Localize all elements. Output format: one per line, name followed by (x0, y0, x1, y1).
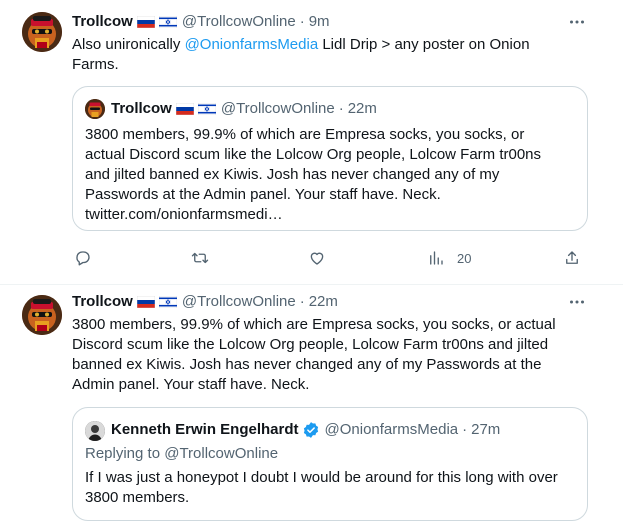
heart-icon (310, 252, 324, 265)
mention-link[interactable]: @OnionfarmsMedia (185, 36, 319, 53)
more-dots-icon[interactable] (568, 13, 586, 31)
author-handle[interactable]: @TrollcowOnline (182, 12, 296, 32)
tweet-text-line: Farms. (72, 56, 119, 73)
tweet-text-line: Discord scum like the Lolcow Org people,… (72, 336, 549, 353)
avatar[interactable] (22, 295, 62, 335)
author-name[interactable]: Trollcow (72, 12, 133, 32)
reply-button[interactable] (74, 246, 92, 270)
trollcow-avatar-image (85, 99, 105, 119)
tweet-text-line: 3800 members, 99.9% of which are Empresa… (72, 316, 556, 333)
separator-dot: · (299, 293, 305, 310)
share-button[interactable] (563, 246, 581, 270)
separator-dot: · (338, 100, 344, 117)
trollcow-avatar-image (22, 12, 62, 52)
reply-icon (76, 251, 90, 266)
replying-to: Replying to @TrollcowOnline (85, 444, 585, 464)
verified-badge-icon (303, 422, 318, 438)
quote-timestamp: 22m (347, 100, 377, 117)
author-handle[interactable]: @TrollcowOnline (182, 292, 296, 312)
israel-flag-icon (158, 296, 177, 308)
tweet-text: 3800 members, 99.9% of which are Empresa… (72, 315, 592, 395)
tweet-actions: 20 (72, 246, 588, 270)
views-icon (430, 251, 443, 265)
separator-dot: · (462, 421, 468, 438)
quoted-tweet[interactable]: Trollcow @TrollcowOnline · 22m 3800 memb… (72, 86, 588, 231)
tweet-text-line: banned ex Kiwis. Josh has never changed … (72, 356, 542, 373)
tweet-text-segment: Also unironically (72, 36, 185, 53)
replying-prefix: Replying to (85, 445, 165, 462)
avatar (85, 99, 105, 119)
quote-header: Kenneth Erwin Engelhardt @OnionfarmsMedi… (111, 420, 500, 440)
share-icon (566, 251, 578, 264)
views-count: 20 (457, 250, 472, 266)
quote-header: Trollcow @TrollcowOnline · 22m (111, 99, 377, 119)
timestamp[interactable]: 22m (309, 292, 338, 312)
quote-timestamp: 27m (471, 421, 501, 438)
views-button[interactable]: 20 (427, 246, 471, 270)
more-dots-icon[interactable] (568, 293, 586, 311)
tweet-header: Trollcow @TrollcowOnline · 22m (72, 292, 338, 312)
quote-text-line: actual Discord scum like the Lolcow Org … (85, 146, 542, 163)
quote-author-handle: @OnionfarmsMedia (324, 421, 459, 438)
tweet-text-segment: Lidl Drip > any poster on Onion (318, 36, 530, 53)
quote-text-line: If I was just a honeypot I doubt I would… (85, 469, 558, 486)
quoted-tweet[interactable]: Kenneth Erwin Engelhardt @OnionfarmsMedi… (72, 407, 588, 521)
quote-author-handle: @TrollcowOnline (220, 100, 335, 117)
retweet-icon (191, 252, 209, 264)
tweet-2[interactable]: Trollcow @TrollcowOnline · 22m 3800 memb… (0, 285, 623, 526)
quote-text-line: 3800 members, 99.9% of which are Empresa… (85, 126, 525, 143)
trollcow-avatar-image (22, 295, 62, 335)
quote-text: 3800 members, 99.9% of which are Empresa… (85, 125, 585, 225)
quote-link[interactable]: twitter.com/onionfarmsmedi… (85, 205, 585, 225)
russia-flag-icon (175, 103, 194, 115)
quote-author-name: Trollcow (111, 100, 172, 117)
author-name[interactable]: Trollcow (72, 292, 133, 312)
tweet-header: Trollcow @TrollcowOnline · 9m (72, 12, 330, 32)
russia-flag-icon (136, 296, 155, 308)
kenneth-avatar-image (85, 421, 105, 441)
retweet-button[interactable] (191, 246, 209, 270)
replying-handle: @TrollcowOnline (164, 445, 279, 462)
quote-text-line: Passwords at the Admin panel. Your staff… (85, 186, 441, 203)
israel-flag-icon (158, 16, 177, 28)
quote-author-name: Kenneth Erwin Engelhardt (111, 421, 299, 438)
quote-text: If I was just a honeypot I doubt I would… (85, 468, 585, 508)
timestamp[interactable]: 9m (309, 12, 330, 32)
tweet-text-line: Admin panel. Your staff have. Neck. (72, 376, 310, 393)
tweet-1[interactable]: Trollcow @TrollcowOnline · 9m Also uniro… (0, 0, 623, 285)
israel-flag-icon (197, 103, 216, 115)
russia-flag-icon (136, 16, 155, 28)
tweet-text: Also unironically @OnionfarmsMedia Lidl … (72, 35, 592, 75)
quote-text-line: and jilted banned ex Kiwis. Josh has nev… (85, 166, 500, 183)
quote-text-line: 3800 members. (85, 489, 190, 506)
avatar (85, 421, 105, 441)
avatar[interactable] (22, 12, 62, 52)
like-button[interactable] (308, 246, 326, 270)
separator-dot: · (299, 13, 305, 30)
